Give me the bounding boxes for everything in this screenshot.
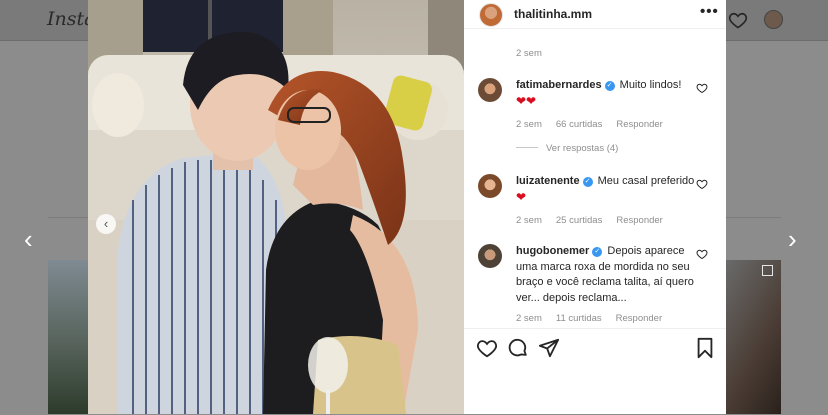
comment-username[interactable]: hugobonemer xyxy=(516,245,589,257)
multiple-photos-icon xyxy=(762,265,773,276)
comment-username[interactable]: luizatenente xyxy=(516,175,580,187)
comment-likes[interactable]: 66 curtidas xyxy=(556,119,602,130)
verified-icon: ✓ xyxy=(592,247,603,257)
verified-icon: ✓ xyxy=(582,177,593,187)
avatar[interactable] xyxy=(478,244,502,268)
comments-panel: thalitinha.mm ••• 2 sem fatimabernardes ✓… xyxy=(464,0,726,414)
replies-divider xyxy=(516,147,538,148)
post-username[interactable]: thalitinha.mm xyxy=(514,7,592,21)
like-comment-heart-icon[interactable] xyxy=(696,82,708,94)
comment-username[interactable]: fatimabernardes xyxy=(516,79,602,91)
previous-post-arrow[interactable]: ‹ xyxy=(24,226,33,252)
verified-icon: ✓ xyxy=(604,81,615,91)
avatar[interactable] xyxy=(479,3,503,27)
view-replies-button[interactable]: Ver respostas (4) xyxy=(516,143,618,154)
like-comment-heart-icon[interactable] xyxy=(696,178,708,190)
comment-text-block: fatimabernardes ✓ Muito lindos! ❤❤ xyxy=(516,78,696,110)
comment-icon[interactable] xyxy=(507,337,529,359)
bookmark-icon[interactable] xyxy=(694,337,716,359)
heart-emoji: ❤ xyxy=(516,189,527,204)
comment-text-block: luizatenente ✓ Meu casal preferido ❤ xyxy=(516,174,696,206)
avatar[interactable] xyxy=(478,174,502,198)
profile-avatar[interactable] xyxy=(764,10,783,29)
heart-emoji: ❤❤ xyxy=(516,93,537,108)
background-thumbnail[interactable] xyxy=(726,260,781,414)
comment-meta: 2 sem 25 curtidas Responder xyxy=(516,215,677,226)
next-post-arrow[interactable]: › xyxy=(788,226,797,252)
heart-icon[interactable] xyxy=(728,10,748,30)
more-options-icon[interactable]: ••• xyxy=(700,3,719,20)
avatar[interactable] xyxy=(478,78,502,102)
caption-timestamp[interactable]: 2 sem xyxy=(516,48,542,59)
view-replies-label: Ver respostas (4) xyxy=(546,143,619,154)
background-divider xyxy=(726,217,781,218)
comment-timestamp[interactable]: 2 sem xyxy=(516,119,542,130)
post-header: thalitinha.mm ••• xyxy=(464,0,726,29)
comment-meta: 2 sem 11 curtidas Responder xyxy=(516,313,676,324)
like-heart-icon[interactable] xyxy=(476,337,498,359)
like-comment-heart-icon[interactable] xyxy=(696,248,708,260)
reply-button[interactable]: Responder xyxy=(616,313,662,324)
comment-meta: 2 sem 66 curtidas Responder xyxy=(516,119,677,130)
comment-timestamp[interactable]: 2 sem xyxy=(516,215,542,226)
comment-text: Muito lindos! xyxy=(619,79,682,91)
post-photo[interactable] xyxy=(88,0,464,414)
background-divider xyxy=(48,217,88,218)
comment-likes[interactable]: 11 curtidas xyxy=(556,313,602,324)
reply-button[interactable]: Responder xyxy=(616,119,662,130)
background-thumbnail[interactable] xyxy=(48,260,88,414)
comment-text: Meu casal preferido xyxy=(597,175,695,187)
comment-likes[interactable]: 25 curtidas xyxy=(556,215,602,226)
comment-timestamp[interactable]: 2 sem xyxy=(516,313,542,324)
comment-text-block: hugobonemer ✓ Depois aparece uma marca ro… xyxy=(516,244,696,306)
reply-button[interactable]: Responder xyxy=(616,215,662,226)
post-photo-image xyxy=(88,0,464,414)
photo-previous-button[interactable]: ‹ xyxy=(96,214,116,234)
post-actions-bar xyxy=(464,328,726,415)
share-icon[interactable] xyxy=(538,337,560,359)
